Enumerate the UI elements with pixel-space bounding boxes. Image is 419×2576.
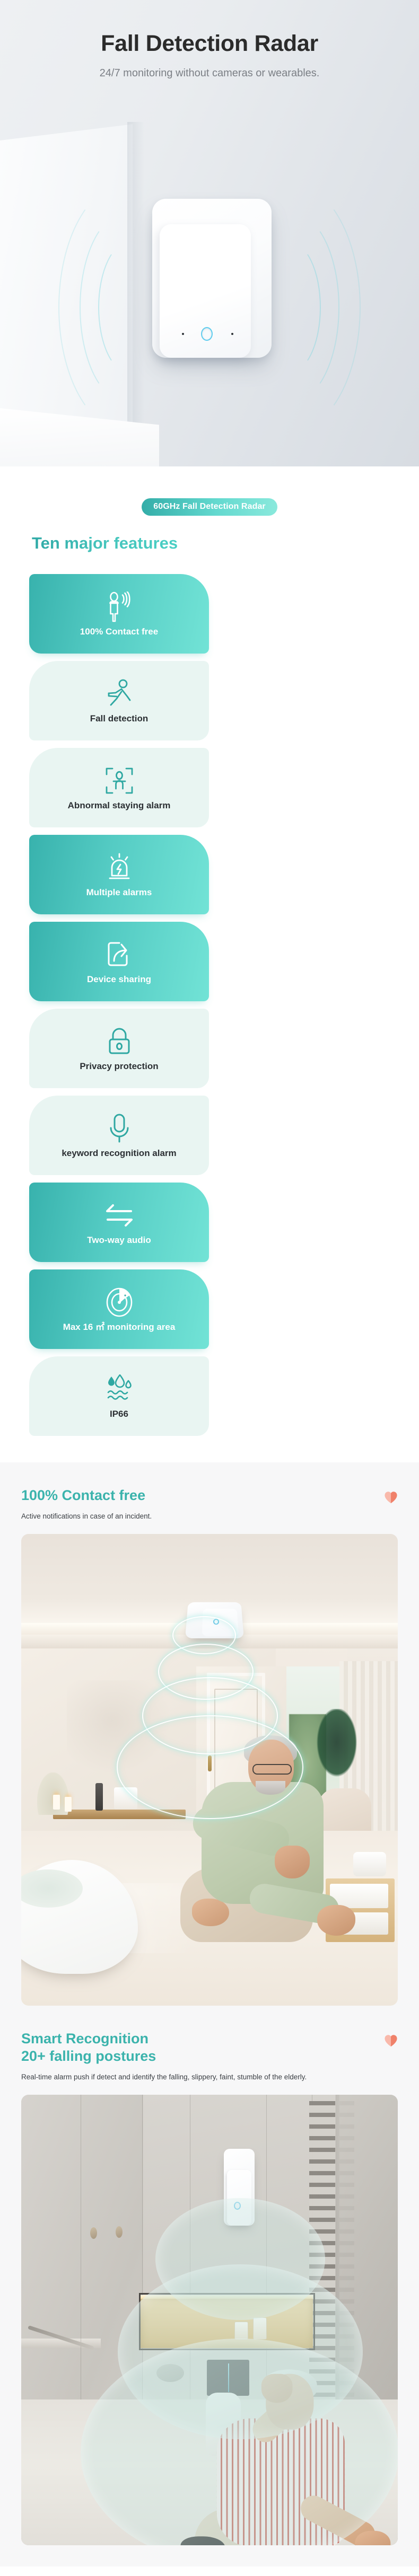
bathroom-scene-2 (21, 2095, 398, 2546)
smart-recognition-description: Real-time alarm push if detect and ident… (21, 2073, 307, 2081)
microphone-icon (108, 1112, 131, 1145)
feature-card-label: keyword recognition alarm (62, 1148, 177, 1159)
person-wave-icon (104, 590, 134, 623)
feature-card-label: Fall detection (90, 713, 149, 724)
contact-free-photo (21, 1534, 398, 2006)
elderly-person-fallen (180, 1735, 355, 1984)
wall-radar-device-2 (224, 2149, 255, 2226)
device-sensor-dot-right (231, 333, 233, 335)
smart-recognition-photo (21, 2095, 398, 2546)
features-title: Ten major features (32, 534, 178, 552)
siren-bolt-icon (105, 851, 134, 884)
feature-card-label: Multiple alarms (86, 887, 152, 898)
page-subtitle: 24/7 monitoring without cameras or weara… (99, 67, 320, 79)
feature-card-ip66[interactable]: IP66 (29, 1356, 209, 1436)
feature-card-label: 100% Contact free (80, 627, 159, 637)
smart-recognition-section: Smart Recognition 20+ falling postures R… (0, 2006, 419, 2567)
feature-card-two-way-audio[interactable]: Two-way audio (29, 1183, 209, 1262)
contact-free-heading-row: 100% Contact free (21, 1487, 398, 1504)
contact-free-text-block: 100% Contact free Active notifications i… (0, 1487, 419, 1522)
smart-recognition-heading-row: Smart Recognition 20+ falling postures (21, 2030, 398, 2065)
feature-card-monitoring-area[interactable]: Max 16 ㎡ monitoring area (29, 1269, 209, 1349)
radar-gauge-icon (105, 1286, 134, 1319)
feature-card-label: Abnormal staying alarm (67, 800, 171, 811)
hero-section: Fall Detection Radar 24/7 monitoring wit… (0, 0, 419, 466)
feature-card-abnormal-staying[interactable]: Abnormal staying alarm (29, 748, 209, 827)
device-faceplate (160, 224, 251, 358)
device-sensor-dot-left (182, 333, 184, 335)
feature-card-contact-free[interactable]: 100% Contact free (29, 574, 209, 654)
features-pill-row: 60GHz Fall Detection Radar (0, 498, 419, 516)
device-indicator-button (201, 327, 213, 341)
feature-card-grid: 100% Contact free Fall detection Abnorma… (0, 574, 419, 1436)
person-scan-icon (105, 764, 134, 797)
feature-card-label: Device sharing (87, 974, 151, 985)
page-title: Fall Detection Radar (101, 31, 318, 56)
heart-icon (385, 2035, 397, 2047)
smart-recognition-title-line2: 20+ falling postures (21, 2048, 156, 2065)
feature-card-label: Max 16 ㎡ monitoring area (63, 1322, 176, 1333)
contact-free-description: Active notifications in case of an incid… (21, 1512, 152, 1520)
feature-card-label: Two-way audio (87, 1235, 151, 1246)
falling-person-icon (104, 677, 135, 710)
features-section: 60GHz Fall Detection Radar Ten major fea… (0, 466, 419, 1462)
product-landing-page: Fall Detection Radar 24/7 monitoring wit… (0, 0, 419, 2567)
padlock-icon (106, 1025, 133, 1058)
elderly-person-sitting (180, 2369, 391, 2546)
bathroom-scene-1 (21, 1534, 398, 2006)
contact-free-title: 100% Contact free (21, 1487, 146, 1503)
features-badge: 60GHz Fall Detection Radar (142, 498, 277, 516)
hero-radar-device (152, 199, 272, 358)
contact-free-section: 100% Contact free Active notifications i… (0, 1462, 419, 2006)
feature-card-privacy-protection[interactable]: Privacy protection (29, 1009, 209, 1088)
heart-icon (385, 1492, 397, 1504)
two-way-arrows-icon (104, 1199, 134, 1232)
smart-recognition-title-line1: Smart Recognition (21, 2031, 149, 2047)
feature-card-label: Privacy protection (80, 1061, 159, 1072)
smart-recognition-text-block: Smart Recognition 20+ falling postures R… (0, 2030, 419, 2083)
feature-card-keyword-recognition[interactable]: keyword recognition alarm (29, 1096, 209, 1175)
water-drops-icon (104, 1373, 135, 1406)
ceiling-radar-device (185, 1602, 245, 1639)
feature-card-device-sharing[interactable]: Device sharing (29, 922, 209, 1001)
smart-recognition-title: Smart Recognition 20+ falling postures (21, 2030, 156, 2065)
feature-card-multiple-alarms[interactable]: Multiple alarms (29, 835, 209, 914)
feature-card-fall-detection[interactable]: Fall detection (29, 661, 209, 740)
share-arrow-icon (106, 938, 133, 971)
feature-card-label: IP66 (110, 1409, 128, 1419)
